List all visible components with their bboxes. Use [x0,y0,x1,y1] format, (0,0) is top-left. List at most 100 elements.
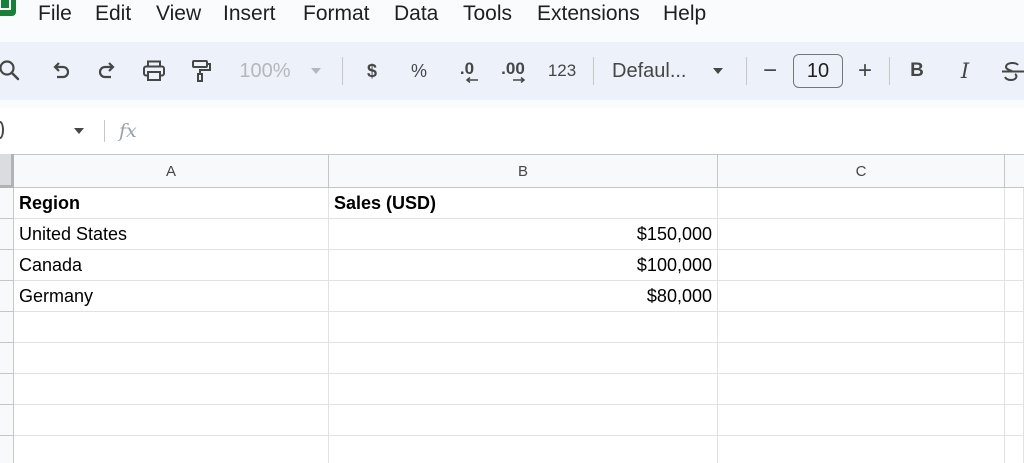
cell[interactable] [1005,343,1024,374]
plus-icon: + [857,57,872,84]
cell[interactable] [329,405,718,436]
bold-button[interactable]: B [905,42,929,100]
menu-extensions[interactable]: Extensions [537,2,640,26]
cell[interactable]: Region [14,188,329,219]
row-header[interactable] [0,374,14,405]
sheets-logo-icon[interactable] [0,0,16,16]
toolbar-divider [746,57,747,85]
row-header[interactable] [0,219,14,250]
cell[interactable] [718,436,1005,463]
cell[interactable] [1005,250,1024,281]
row-header[interactable] [0,312,14,343]
cell[interactable]: $100,000 [329,250,718,281]
cell[interactable] [329,312,718,343]
select-all-corner[interactable] [0,154,14,188]
menu-help[interactable]: Help [663,2,706,26]
minus-icon: − [762,57,777,84]
cell[interactable] [718,188,1005,219]
menu-format[interactable]: Format [303,2,370,26]
cell[interactable] [1005,281,1024,312]
toolbar: 100% $ % .0 .00 123 Defaul... − 10 + B I [0,42,1024,100]
cell[interactable] [718,405,1005,436]
cell[interactable]: Germany [14,281,329,312]
column-header-d[interactable] [1005,154,1024,188]
decrease-font-size-button[interactable]: − [759,42,781,100]
formula-input[interactable] [150,114,1020,148]
cell[interactable] [14,405,329,436]
menu-view[interactable]: View [156,2,201,26]
cell[interactable] [718,312,1005,343]
row-header[interactable] [0,436,14,463]
font-family-value: Defaul... [612,59,687,82]
cell[interactable] [14,312,329,343]
cell[interactable] [329,436,718,463]
redo-icon[interactable] [94,42,120,100]
bold-label: B [910,60,924,81]
cell[interactable]: Sales (USD) [329,188,718,219]
more-formats-button[interactable]: 123 [544,42,580,100]
cell[interactable] [329,374,718,405]
menu-edit[interactable]: Edit [95,2,131,26]
cell[interactable] [718,281,1005,312]
spreadsheet-grid: A B C Region Sales (USD) United States $150… [0,154,1024,463]
cell[interactable] [718,219,1005,250]
zoom-dropdown-icon[interactable] [308,42,324,100]
increase-decimal-label: .00 [501,58,525,78]
cell[interactable] [1005,405,1024,436]
cell[interactable] [1005,312,1024,343]
undo-icon[interactable] [48,42,74,100]
increase-font-size-button[interactable]: + [854,42,876,100]
menu-insert[interactable]: Insert [223,2,276,26]
cell[interactable] [14,374,329,405]
font-size-input[interactable]: 10 [793,54,843,88]
font-dropdown-icon[interactable] [710,42,726,100]
number-format-label: 123 [547,61,577,80]
row-header[interactable] [0,250,14,281]
cell[interactable] [718,250,1005,281]
row-header[interactable] [0,343,14,374]
font-family-select[interactable]: Defaul... [612,42,696,100]
cell[interactable] [718,374,1005,405]
cell[interactable] [1005,436,1024,463]
cell[interactable] [329,343,718,374]
name-box-dropdown-icon[interactable] [73,127,85,135]
menu-file[interactable]: File [38,2,72,26]
decrease-decimal-label: .0 [459,58,475,78]
row-header[interactable] [0,188,14,219]
strikethrough-icon[interactable] [1000,42,1024,100]
toolbar-divider [593,57,594,85]
print-icon[interactable] [140,42,168,100]
cell[interactable] [1005,188,1024,219]
zoom-select[interactable]: 100% [234,42,296,100]
formula-bar-divider [104,120,105,142]
menu-data[interactable]: Data [394,2,438,26]
row-header[interactable] [0,405,14,436]
formula-bar: fx [0,108,1024,154]
cell[interactable] [718,343,1005,374]
toolbar-divider [342,57,343,85]
cell[interactable] [1005,374,1024,405]
cell[interactable]: Canada [14,250,329,281]
cell[interactable]: $80,000 [329,281,718,312]
increase-decimal-button[interactable]: .00 [498,42,528,100]
column-header-a[interactable]: A [14,154,329,188]
search-menus-icon[interactable] [0,42,24,100]
name-box[interactable] [0,121,4,139]
row-header[interactable] [0,281,14,312]
column-header-b[interactable]: B [329,154,718,188]
cell[interactable] [14,436,329,463]
italic-button[interactable]: I [953,42,977,100]
fx-icon: fx [119,120,137,142]
cell[interactable]: $150,000 [329,219,718,250]
cell[interactable] [1005,219,1024,250]
menu-tools[interactable]: Tools [463,2,512,26]
percent-format-button[interactable]: % [406,42,432,100]
menu-bar: File Edit View Insert Format Data Tools … [0,0,1024,30]
cell[interactable] [14,343,329,374]
toolbar-divider [889,57,890,85]
cell[interactable]: United States [14,219,329,250]
currency-format-button[interactable]: $ [360,42,384,100]
paint-format-icon[interactable] [188,42,214,100]
decrease-decimal-button[interactable]: .0 [452,42,482,100]
column-header-c[interactable]: C [718,154,1005,188]
